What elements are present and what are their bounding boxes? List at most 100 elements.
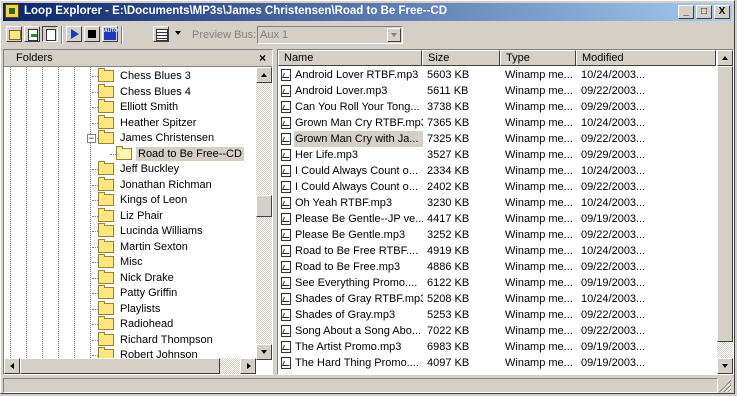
app-icon <box>5 4 19 18</box>
folder-icon <box>98 316 114 330</box>
column-header-size[interactable]: Size <box>422 50 500 66</box>
file-name-cell: Oh Yeah RTBF.mp3 <box>295 197 393 209</box>
scroll-down-button[interactable] <box>256 344 272 360</box>
file-row[interactable]: Android Lover.mp3 5611 KB Winamp me... 09/2… <box>278 83 716 99</box>
file-row[interactable]: Shades of Gray RTBF.mp3 5208 KB Winamp me.… <box>278 291 716 307</box>
minimize-button[interactable]: _ <box>678 5 694 19</box>
title-bar[interactable]: Loop Explorer - E:\Documents\MP3s\James … <box>3 3 732 21</box>
file-row[interactable]: Grown Man Cry RTBF.mp3 7365 KB Winamp me..… <box>278 115 716 131</box>
file-modified-cell: 09/19/2003... <box>581 213 646 225</box>
document-icon <box>28 29 38 41</box>
folder-icon <box>98 130 114 144</box>
scroll-right-button[interactable] <box>240 358 256 374</box>
folder-label: Nick Drake <box>120 272 174 284</box>
file-modified-cell: 09/22/2003... <box>581 229 646 241</box>
views-dropdown-icon[interactable] <box>175 31 181 35</box>
play-button[interactable] <box>66 26 82 42</box>
folder-up-button[interactable] <box>6 26 22 42</box>
view-doc-button[interactable] <box>42 26 58 42</box>
file-row[interactable]: Please Be Gentle--JP ve... 4417 KB Winamp … <box>278 211 716 227</box>
scroll-thumb-horizontal[interactable] <box>20 358 220 374</box>
file-row[interactable]: Shades of Gray.mp3 5253 KB Winamp me... 09/… <box>278 307 716 323</box>
folders-header: Folders × <box>4 50 272 67</box>
tree-guide-line <box>26 67 27 360</box>
file-row[interactable]: Oh Yeah RTBF.mp3 3230 KB Winamp me... 10/24… <box>278 195 716 211</box>
scroll-up-button[interactable] <box>717 50 733 66</box>
toolbar-separator <box>121 26 123 44</box>
scroll-down-button[interactable] <box>717 358 733 374</box>
stop-icon <box>88 30 96 38</box>
close-button[interactable]: X <box>714 5 730 19</box>
file-row[interactable]: Her Life.mp3 3527 KB Winamp me... 09/29/200… <box>278 147 716 163</box>
file-modified-cell: 10/24/2003... <box>581 245 646 257</box>
audio-file-icon <box>281 245 291 257</box>
file-row[interactable]: Android Lover RTBF.mp3 5603 KB Winamp me..… <box>278 67 716 83</box>
file-row[interactable]: Road to Be Free.mp3 4886 KB Winamp me... 09… <box>278 259 716 275</box>
audio-file-icon <box>281 69 291 81</box>
open-folder-icon <box>116 146 132 160</box>
file-type-cell: Winamp me... <box>505 69 573 81</box>
file-row[interactable]: Song About a Song Abo... 7022 KB Winamp me… <box>278 323 716 339</box>
collapse-expander-icon[interactable]: − <box>87 134 96 143</box>
file-type-cell: Winamp me... <box>505 277 573 289</box>
file-type-cell: Winamp me... <box>505 197 573 209</box>
file-list-pane: Name Size Type Modified Android Lover RT… <box>277 49 734 375</box>
auto-preview-button[interactable]: AUTO <box>102 26 118 42</box>
column-header-modified[interactable]: Modified <box>576 50 716 66</box>
preview-bus-value: Aux 1 <box>260 29 289 41</box>
file-row[interactable]: Grown Man Cry with Ja... 7325 KB Winamp me… <box>278 131 716 147</box>
close-pane-icon[interactable]: × <box>259 51 266 65</box>
resize-grip-icon[interactable] <box>719 380 731 392</box>
file-size-cell: 3738 KB <box>427 101 470 113</box>
file-size-cell: 5253 KB <box>427 309 470 321</box>
stop-button[interactable] <box>84 26 100 42</box>
column-header-name[interactable]: Name <box>278 50 422 66</box>
audio-file-icon <box>281 101 291 113</box>
folder-icon <box>98 161 114 175</box>
audio-file-icon <box>281 261 291 273</box>
scroll-left-button[interactable] <box>4 358 20 374</box>
file-row[interactable]: The Artist Promo.mp3 6983 KB Winamp me... 0… <box>278 339 716 355</box>
tree-guide-line <box>10 67 11 360</box>
file-size-cell: 7325 KB <box>427 133 470 145</box>
file-row[interactable]: See Everything Promo.... 6122 KB Winamp me… <box>278 275 716 291</box>
folder-icon <box>98 177 114 191</box>
file-type-cell: Winamp me... <box>505 309 573 321</box>
scroll-thumb[interactable] <box>256 195 272 217</box>
file-size-cell: 6122 KB <box>427 277 470 289</box>
file-row[interactable]: I Could Always Count o... 2402 KB Winamp m… <box>278 179 716 195</box>
status-bar <box>3 378 732 393</box>
maximize-button[interactable]: □ <box>696 5 712 19</box>
audio-file-icon <box>281 117 291 129</box>
file-type-cell: Winamp me... <box>505 261 573 273</box>
new-doc-button[interactable] <box>24 26 40 42</box>
file-name-cell: See Everything Promo.... <box>295 277 418 289</box>
scroll-up-button[interactable] <box>256 67 272 83</box>
file-row[interactable]: Please Be Gentle.mp3 3252 KB Winamp me... 0… <box>278 227 716 243</box>
chevron-down-icon[interactable] <box>387 28 401 42</box>
file-type-cell: Winamp me... <box>505 213 573 225</box>
file-modified-cell: 09/29/2003... <box>581 101 646 113</box>
tree-vertical-scrollbar[interactable] <box>256 67 272 360</box>
file-row[interactable]: I Could Always Count o... 2334 KB Winamp m… <box>278 163 716 179</box>
tree-horizontal-scrollbar[interactable] <box>4 358 256 374</box>
folder-icon <box>98 254 114 268</box>
file-row[interactable]: Can You Roll Your Tong... 3738 KB Winamp m… <box>278 99 716 115</box>
file-type-cell: Winamp me... <box>505 325 573 337</box>
window-title: Loop Explorer - E:\Documents\MP3s\James … <box>24 5 448 17</box>
file-row[interactable]: The Hard Thing Promo.... 4097 KB Winamp me… <box>278 355 716 371</box>
file-type-cell: Winamp me... <box>505 85 573 97</box>
column-header-type[interactable]: Type <box>500 50 576 66</box>
status-panel <box>3 378 718 393</box>
preview-bus-select[interactable]: Aux 1 <box>257 26 403 44</box>
file-vertical-scrollbar[interactable] <box>717 50 733 374</box>
file-modified-cell: 10/24/2003... <box>581 117 646 129</box>
file-size-cell: 2334 KB <box>427 165 470 177</box>
audio-file-icon <box>281 165 291 177</box>
scroll-thumb[interactable] <box>717 66 733 342</box>
views-button[interactable] <box>153 26 169 42</box>
file-row[interactable]: Road to Be Free RTBF.... 4919 KB Winamp me… <box>278 243 716 259</box>
file-name-cell: Road to Be Free.mp3 <box>295 261 401 273</box>
folder-label: Misc <box>120 256 143 268</box>
tree-guide-line <box>58 67 59 360</box>
